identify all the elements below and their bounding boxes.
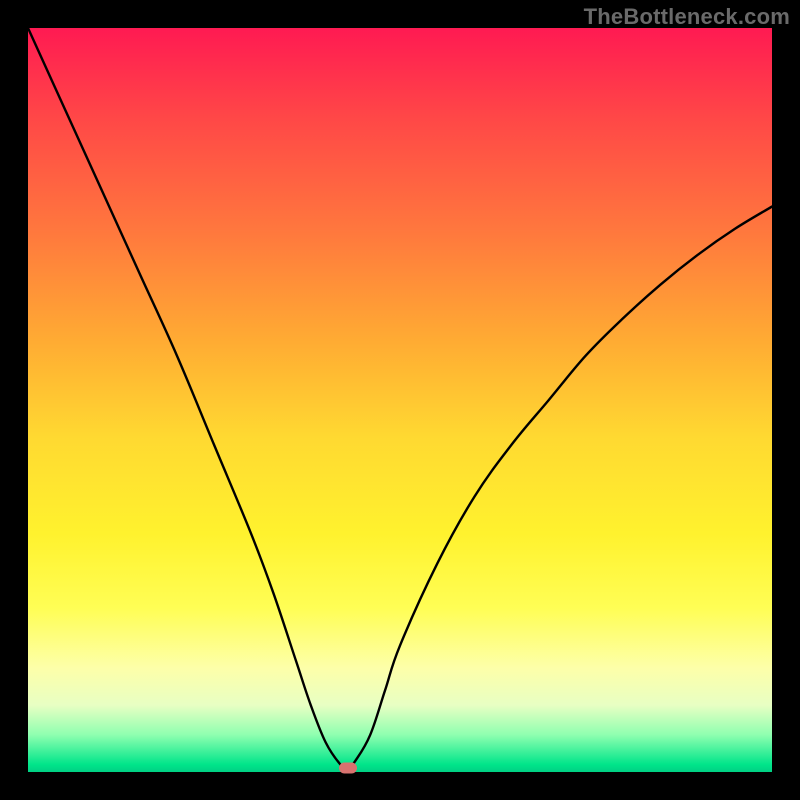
curve-path [28,28,772,769]
plot-area [28,28,772,772]
minimum-marker [339,763,357,774]
bottleneck-curve [28,28,772,772]
chart-frame: TheBottleneck.com [0,0,800,800]
watermark-text: TheBottleneck.com [584,4,790,30]
